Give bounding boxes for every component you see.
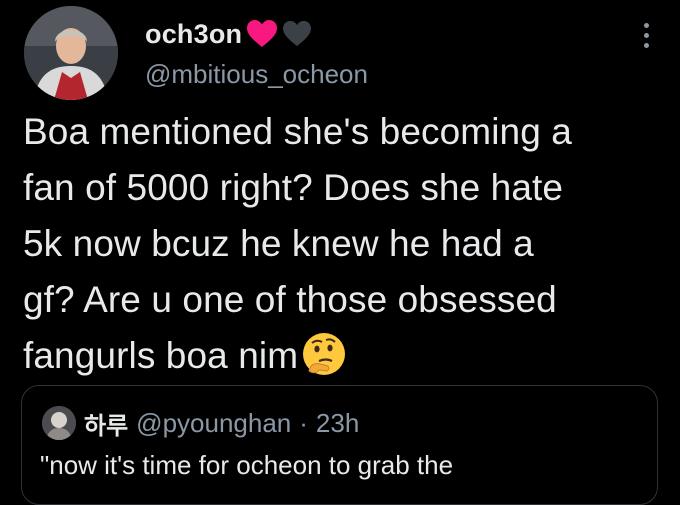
thinking-face-emoji xyxy=(303,333,346,375)
author-avatar[interactable] xyxy=(24,6,118,100)
dot-separator: · xyxy=(299,407,308,438)
more-options-button[interactable] xyxy=(632,18,660,52)
quoted-tweet-card[interactable]: 하루 @pyounghan · 23h "now it's time for o… xyxy=(21,385,658,505)
quoted-display-name[interactable]: 하루 xyxy=(84,406,128,441)
avatar-photo-icon xyxy=(24,6,118,100)
quoted-avatar-photo-icon xyxy=(42,406,76,440)
red-heart-icon xyxy=(247,20,278,47)
quoted-tweet-header: 하루 @pyounghan · 23h xyxy=(84,405,359,441)
quoted-tweet-text: "now it's time for ocheon to grab the xyxy=(40,450,454,480)
black-heart-icon xyxy=(283,20,312,47)
author-name-row: och3on xyxy=(145,14,312,54)
more-vertical-icon xyxy=(643,22,649,28)
quoted-timestamp[interactable]: 23h xyxy=(316,408,359,439)
quoted-handle[interactable]: @pyounghan xyxy=(136,408,291,439)
tweet-text: Boa mentioned she's becoming a fan of 50… xyxy=(23,111,572,376)
tweet-body: Boa mentioned she's becoming a fan of 50… xyxy=(23,104,668,384)
author-display-name[interactable]: och3on xyxy=(145,19,242,50)
tweet: och3on @mbitious_ocheon Boa mentioned sh… xyxy=(0,0,680,505)
author-handle[interactable]: @mbitious_ocheon xyxy=(145,59,368,90)
quoted-author-avatar[interactable] xyxy=(42,406,76,440)
